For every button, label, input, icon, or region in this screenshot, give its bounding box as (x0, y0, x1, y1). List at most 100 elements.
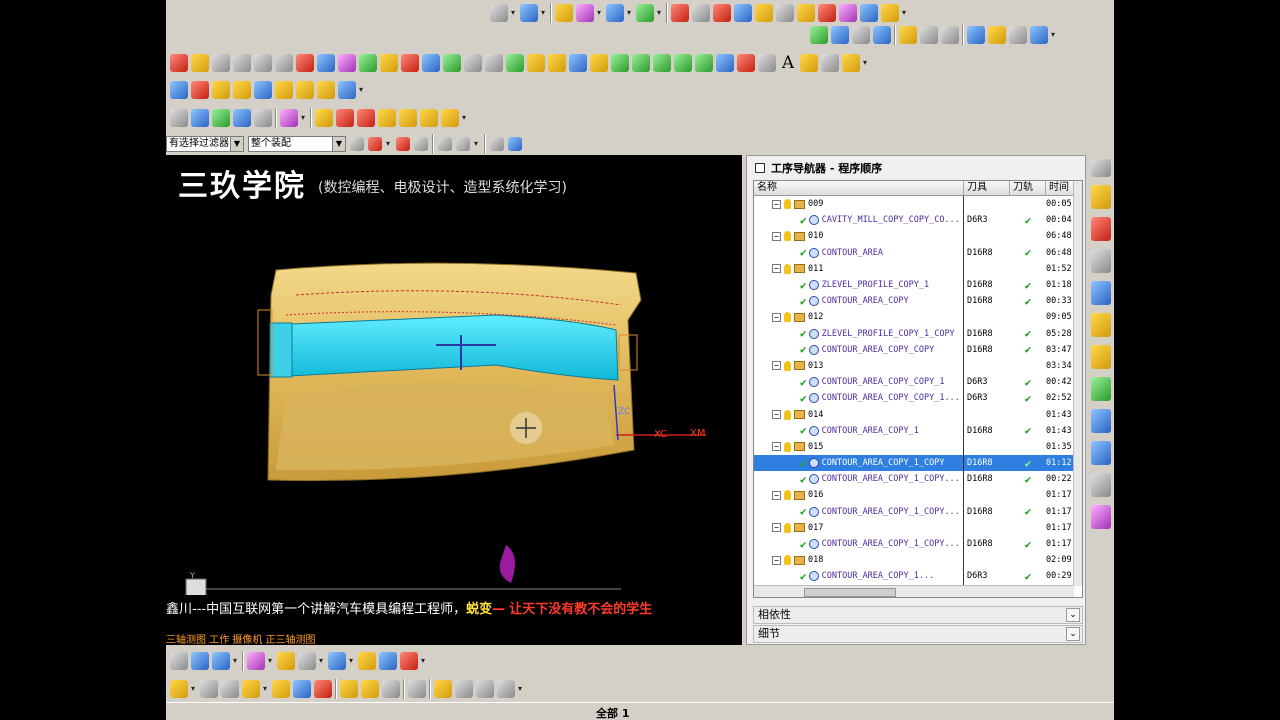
link-icon[interactable] (434, 680, 452, 698)
collapse-toggle-icon[interactable]: − (772, 490, 781, 500)
prt-icon[interactable] (464, 54, 482, 72)
palette-icon[interactable] (247, 652, 265, 670)
program-group-row[interactable]: − 016 01:17 (754, 487, 1074, 504)
operation-row[interactable]: ✔ CONTOUR_AREA_COPY_1_COPY... D16R8 ✔ 01:17 (754, 503, 1074, 520)
collapse-toggle-icon[interactable]: − (772, 442, 781, 452)
note-icon[interactable] (275, 81, 293, 99)
palette-icon[interactable] (800, 54, 818, 72)
battery-icon[interactable] (611, 54, 629, 72)
list-icon[interactable] (485, 54, 503, 72)
dependencies-section[interactable]: 相依性 ⌄ (753, 606, 1083, 624)
operation-row[interactable]: ✔ CONTOUR_AREA_COPY_1_COPY D16R8 ✔ 01:12 (754, 455, 1074, 472)
cylinder-icon[interactable] (380, 54, 398, 72)
doc-icon[interactable] (170, 109, 188, 127)
layers-icon[interactable] (873, 26, 891, 44)
chart-icon[interactable] (191, 652, 209, 670)
calculator-icon[interactable] (296, 81, 314, 99)
part-navigator-icon[interactable] (1091, 249, 1111, 273)
part-model[interactable]: XC XM ZC Y (166, 155, 742, 595)
rectangle-icon[interactable] (358, 652, 376, 670)
move-icon[interactable] (527, 54, 545, 72)
palette-icon[interactable] (1091, 377, 1111, 401)
grid-icon[interactable] (191, 81, 209, 99)
details-section[interactable]: 细节 ⌄ (753, 625, 1083, 643)
text-tool-icon[interactable]: A (779, 53, 797, 73)
collapse-toggle-icon[interactable]: − (772, 410, 781, 420)
gauge-icon[interactable] (296, 54, 314, 72)
operation-tree[interactable]: 名称 刀具 刀轨 时间 − 009 00:05 ✔ CAVITY_MILL_COPY_C… (753, 180, 1083, 598)
gear-icon[interactable] (852, 26, 870, 44)
camera-icon[interactable] (758, 54, 776, 72)
cube-icon[interactable] (408, 680, 426, 698)
layers-icon[interactable] (212, 81, 230, 99)
assembly-navigator-icon[interactable] (1091, 185, 1111, 209)
point-icon[interactable] (396, 137, 410, 151)
window-icon[interactable] (254, 81, 272, 99)
tree-icon[interactable] (831, 26, 849, 44)
program-group-row[interactable]: − 017 01:17 (754, 519, 1074, 536)
chart-icon[interactable] (338, 81, 356, 99)
link-icon[interactable] (277, 652, 295, 670)
selection-filter-dropdown[interactable]: 有选择过滤器 (166, 136, 244, 152)
snap-icon[interactable] (414, 137, 428, 151)
operation-row[interactable]: ✔ CONTOUR_AREA_COPY_COPY D16R8 ✔ 03:47 (754, 341, 1074, 358)
tree-vertical-scrollbar[interactable] (1073, 181, 1082, 586)
chevron-down-icon[interactable]: ⌄ (1066, 608, 1080, 622)
box-icon[interactable] (191, 54, 209, 72)
plus-icon[interactable] (298, 652, 316, 670)
box-icon[interactable] (379, 652, 397, 670)
pointer-icon[interactable] (280, 109, 298, 127)
flag-icon[interactable] (692, 4, 710, 22)
cursor-icon[interactable] (520, 4, 538, 22)
brush-icon[interactable] (455, 680, 473, 698)
program-group-row[interactable]: − 009 00:05 (754, 196, 1074, 213)
program-group-row[interactable]: − 010 06:48 (754, 228, 1074, 245)
arrow-icon[interactable] (988, 26, 1006, 44)
pencil-icon[interactable] (272, 680, 290, 698)
operation-row[interactable]: ✔ CONTOUR_AREA_COPY_1_COPY... D16R8 ✔ 01:17 (754, 535, 1074, 553)
stack-icon[interactable] (212, 109, 230, 127)
collapse-toggle-icon[interactable]: − (772, 523, 781, 533)
tree-horizontal-scrollbar[interactable] (754, 585, 1074, 597)
list-icon[interactable] (315, 109, 333, 127)
pencil-icon[interactable] (839, 4, 857, 22)
operation-row[interactable]: ✔ ZLEVEL_PROFILE_COPY_1 D16R8 ✔ 01:18 (754, 276, 1074, 294)
column-time[interactable]: 时间 (1046, 181, 1074, 195)
collapse-toggle-icon[interactable]: − (772, 361, 781, 371)
machine-navigator-icon[interactable] (1091, 313, 1111, 337)
tool-icon[interactable] (212, 54, 230, 72)
link-icon[interactable] (443, 54, 461, 72)
swap-icon[interactable] (1009, 26, 1027, 44)
grid-icon[interactable] (212, 652, 230, 670)
select-icon[interactable] (368, 137, 382, 151)
layer-icon[interactable] (713, 4, 731, 22)
view-icon[interactable] (490, 137, 504, 151)
render-icon[interactable] (221, 680, 239, 698)
assembly-scope-dropdown[interactable]: 整个装配 (248, 136, 346, 152)
layer-up-icon[interactable] (378, 109, 396, 127)
axis-icon[interactable] (293, 680, 311, 698)
circle-icon[interactable] (881, 4, 899, 22)
arrow-icon[interactable] (555, 4, 573, 22)
cube-icon[interactable] (170, 54, 188, 72)
stack-icon[interactable] (506, 54, 524, 72)
graphics-viewport[interactable]: 三玖学院 (数控编程、电极设计、造型系统化学习) XC XM ZC Y 鑫川--… (166, 155, 742, 645)
curve-icon[interactable] (674, 54, 692, 72)
group-icon[interactable] (361, 680, 379, 698)
star-icon[interactable] (590, 54, 608, 72)
move-icon[interactable] (340, 680, 358, 698)
constraint-navigator-icon[interactable] (1091, 217, 1111, 241)
copy-icon[interactable] (967, 26, 985, 44)
operation-row[interactable]: ✔ CONTOUR_AREA_COPY_1_COPY... D16R8 ✔ 00:22 (754, 471, 1074, 488)
edit-icon[interactable] (233, 81, 251, 99)
stack-icon[interactable] (254, 109, 272, 127)
layer-down-icon[interactable] (399, 109, 417, 127)
up-arrow-icon[interactable] (336, 109, 354, 127)
kg-icon[interactable] (401, 54, 419, 72)
flag-icon[interactable] (254, 54, 272, 72)
column-path[interactable]: 刀轨 (1010, 181, 1046, 195)
hook-icon[interactable] (422, 54, 440, 72)
pipe-icon[interactable] (569, 54, 587, 72)
stack-icon[interactable] (191, 109, 209, 127)
car-icon[interactable] (233, 54, 251, 72)
